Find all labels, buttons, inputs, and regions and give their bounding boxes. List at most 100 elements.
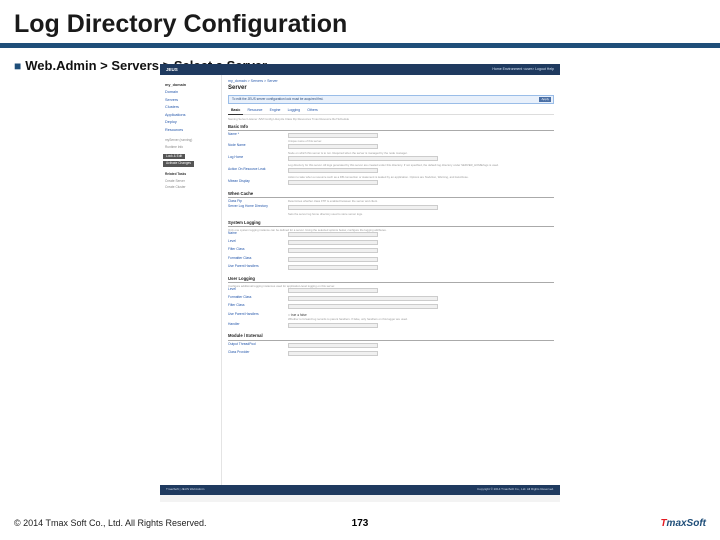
form-row: Node Name Node on which this server is to…: [228, 144, 554, 154]
ss-h1: Server: [228, 85, 554, 92]
ss-status: myServer (running): [163, 138, 218, 145]
ss-link[interactable]: Create Cluster: [163, 185, 218, 192]
syslog-section: System Logging Only one system logging i…: [228, 220, 554, 272]
field-help: Sets the server log home directory used …: [288, 213, 554, 216]
basic-title: Basic Info: [228, 124, 554, 131]
sidebar-item[interactable]: Servers: [163, 96, 218, 104]
bullet-icon: ■: [14, 59, 21, 73]
field-label: Level: [228, 240, 288, 244]
form-row: Output ThreadPool: [228, 343, 554, 350]
field-label: Server Log Home Directory: [228, 205, 288, 209]
form-row: Handler: [228, 323, 554, 330]
formatter-input[interactable]: [288, 296, 438, 301]
ss-fb-right: Copyright © 2014 TmaxSoft Co., Ltd. All …: [477, 488, 554, 492]
field-label: Formatter Class: [228, 257, 288, 261]
form-row: Mbean Display: [228, 180, 554, 187]
handler-input[interactable]: [288, 323, 378, 328]
lock-edit-button[interactable]: Lock & Edit: [163, 154, 185, 160]
text-input[interactable]: [288, 257, 378, 262]
ss-runtime[interactable]: Runtime Info: [163, 145, 218, 152]
form-row: Server Log Home Directory Sets the server…: [228, 205, 554, 215]
loghomedir-input[interactable]: [288, 205, 438, 210]
form-row: Level: [228, 240, 554, 247]
basic-section: Basic Info Name *Unique name of this ser…: [228, 124, 554, 187]
field-label: Class Provider: [228, 351, 288, 355]
field-label: Output ThreadPool: [228, 343, 288, 347]
tab-engine[interactable]: Engine: [267, 107, 284, 113]
field-label: Filter Class: [228, 304, 288, 308]
ss-link[interactable]: Create Server: [163, 178, 218, 185]
userlog-section: User Logging Configure additional loggin…: [228, 276, 554, 330]
sidebar-item[interactable]: Applications: [163, 111, 218, 119]
form-row: Formatter Class: [228, 296, 554, 303]
form-row: Formatter Class: [228, 257, 554, 264]
tab-basic[interactable]: Basic: [228, 107, 243, 114]
field-label: Class Ftp: [228, 200, 288, 204]
form-row: Action On Resource Leak Action to take wh…: [228, 168, 554, 178]
field-label: Action On Resource Leak: [228, 168, 288, 172]
ss-path: my_domain > Servers > Server: [228, 79, 554, 83]
form-row: Filter Class: [228, 248, 554, 255]
embedded-screenshot: JEUS Home Environment <user> Logout Help…: [160, 64, 560, 502]
field-help: Log directory for this server. All logs …: [288, 164, 554, 167]
ss-domain-hdr: my_domain: [163, 81, 218, 89]
ss-tabs: Basic Resource Engine Logging Others: [228, 107, 554, 114]
ss-topbar: JEUS Home Environment <user> Logout Help: [160, 64, 560, 75]
text-input[interactable]: [288, 240, 378, 245]
sidebar-item[interactable]: Resources: [163, 126, 218, 134]
field-label: Use Parent Handlers: [228, 265, 288, 269]
ss-topbar-links: Home Environment <user> Logout Help: [492, 67, 554, 71]
form-row: Use Parent Handlers: [228, 265, 554, 272]
text-input[interactable]: [288, 265, 378, 270]
ss-footerbar: TmaxSoft | JEUS WebAdmin Copyright © 201…: [160, 485, 560, 495]
field-label: Mbean Display: [228, 180, 288, 184]
filter-input[interactable]: [288, 304, 438, 309]
ss-sidebar: my_domain Domain Servers Clusters Applic…: [160, 75, 222, 485]
text-input[interactable]: [288, 248, 378, 253]
field-label: Node Name: [228, 144, 288, 148]
sidebar-item[interactable]: Deploy: [163, 119, 218, 127]
copyright: © 2014 Tmax Soft Co., Ltd. All Rights Re…: [14, 518, 207, 528]
form-row: Name: [228, 232, 554, 239]
field-help: Node on which this server is to run. Req…: [288, 152, 554, 155]
form-row: Filter Class: [228, 304, 554, 311]
field-label: Name: [228, 232, 288, 236]
module-title: Module / External: [228, 333, 554, 340]
page-footer: © 2014 Tmax Soft Co., Ltd. All Rights Re…: [0, 514, 720, 532]
brand-logo: TmaxSoft: [660, 518, 706, 529]
tab-resource[interactable]: Resource: [244, 107, 265, 113]
action-input[interactable]: [288, 168, 378, 173]
field-label: Formatter Class: [228, 296, 288, 300]
cache-title: When Cache: [228, 191, 554, 198]
ss-notice: To edit the JEUS server configuration lo…: [228, 95, 554, 105]
activate-button[interactable]: Activate Changes: [163, 161, 194, 167]
sidebar-item[interactable]: Clusters: [163, 104, 218, 112]
name-input[interactable]: [288, 133, 378, 138]
tab-others[interactable]: Others: [304, 107, 321, 113]
text-input[interactable]: [288, 232, 378, 237]
form-row: Class FtpDetermines whether class FTP is…: [228, 200, 554, 204]
sidebar-item[interactable]: Domain: [163, 89, 218, 97]
field-label: Log Home: [228, 156, 288, 160]
apply-button[interactable]: Apply: [539, 97, 551, 102]
field-label: Use Parent Handlers: [228, 313, 288, 317]
field-help: Determines whether class FTP is enabled …: [288, 200, 554, 203]
ss-subtabs: Naming Server Listener JVM Config Lifecy…: [228, 118, 554, 121]
brand-rest: maxSoft: [667, 518, 706, 529]
module-section: Module / External Output ThreadPool Clas…: [228, 333, 554, 357]
cache-section: When Cache Class FtpDetermines whether c…: [228, 191, 554, 216]
tab-logging[interactable]: Logging: [285, 107, 303, 113]
form-row: Log Home Log directory for this server. A…: [228, 156, 554, 166]
loghome-input[interactable]: [288, 156, 438, 161]
text-input[interactable]: [288, 343, 378, 348]
node-input[interactable]: [288, 144, 378, 149]
mbean-input[interactable]: [288, 180, 378, 185]
field-help: Action to take when a resource such as a…: [288, 176, 554, 179]
form-row: Name *Unique name of this server.: [228, 133, 554, 143]
level-input[interactable]: [288, 288, 378, 293]
ss-main: my_domain > Servers > Server Server To e…: [222, 75, 560, 485]
syslog-title: System Logging: [228, 220, 554, 227]
field-label: Level: [228, 288, 288, 292]
text-input[interactable]: [288, 351, 378, 356]
page-title: Log Directory Configuration: [0, 0, 720, 39]
